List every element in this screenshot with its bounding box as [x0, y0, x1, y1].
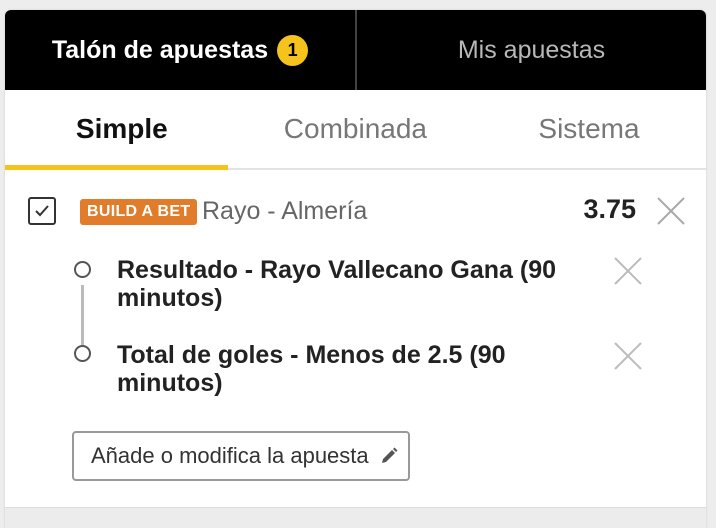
close-icon: [614, 257, 642, 285]
tab-system[interactable]: Sistema: [472, 90, 706, 168]
selection-1-text: Resultado - Rayo Vallecano Gana (90 minu…: [117, 256, 557, 312]
pencil-icon: [379, 446, 399, 466]
selection-dot: [74, 345, 91, 362]
selection-2-text: Total de goles - Menos de 2.5 (90 minuto…: [117, 341, 506, 397]
remove-bet-button[interactable]: [656, 196, 686, 226]
selection-dot: [74, 261, 91, 278]
tab-betslip-label: Talón de apuestas: [51, 35, 269, 64]
edit-bet-label: Añade o modifica la apuesta: [91, 443, 369, 468]
betslip-panel: Talón de apuestas 1 Mis apuestas Simple …: [5, 10, 706, 528]
footer-strip: [5, 507, 706, 528]
edit-bet-button[interactable]: Añade o modifica la apuesta: [72, 431, 410, 481]
close-icon: [614, 342, 642, 370]
selection-connector: [81, 285, 84, 345]
remove-selection-1-button[interactable]: [613, 256, 643, 286]
close-icon: [657, 197, 685, 225]
betslip-count-badge: 1: [277, 34, 309, 66]
checkmark-icon: [35, 205, 49, 217]
build-a-bet-tag: BUILD A BET: [80, 199, 198, 225]
tab-betslip[interactable]: Talón de apuestas 1: [5, 10, 355, 90]
bet-odds: 3.75: [583, 194, 636, 224]
bet-type-tabs: Simple Combinada Sistema: [5, 90, 706, 170]
tab-my-bets[interactable]: Mis apuestas: [355, 10, 706, 90]
tab-simple[interactable]: Simple: [5, 90, 239, 170]
match-name: Rayo - Almería: [202, 197, 368, 225]
remove-selection-2-button[interactable]: [613, 341, 643, 371]
top-tabs: Talón de apuestas 1 Mis apuestas: [5, 10, 706, 90]
tab-my-bets-label: Mis apuestas: [457, 35, 606, 64]
tab-combined[interactable]: Combinada: [239, 90, 473, 168]
bet-checkbox[interactable]: [28, 197, 56, 225]
